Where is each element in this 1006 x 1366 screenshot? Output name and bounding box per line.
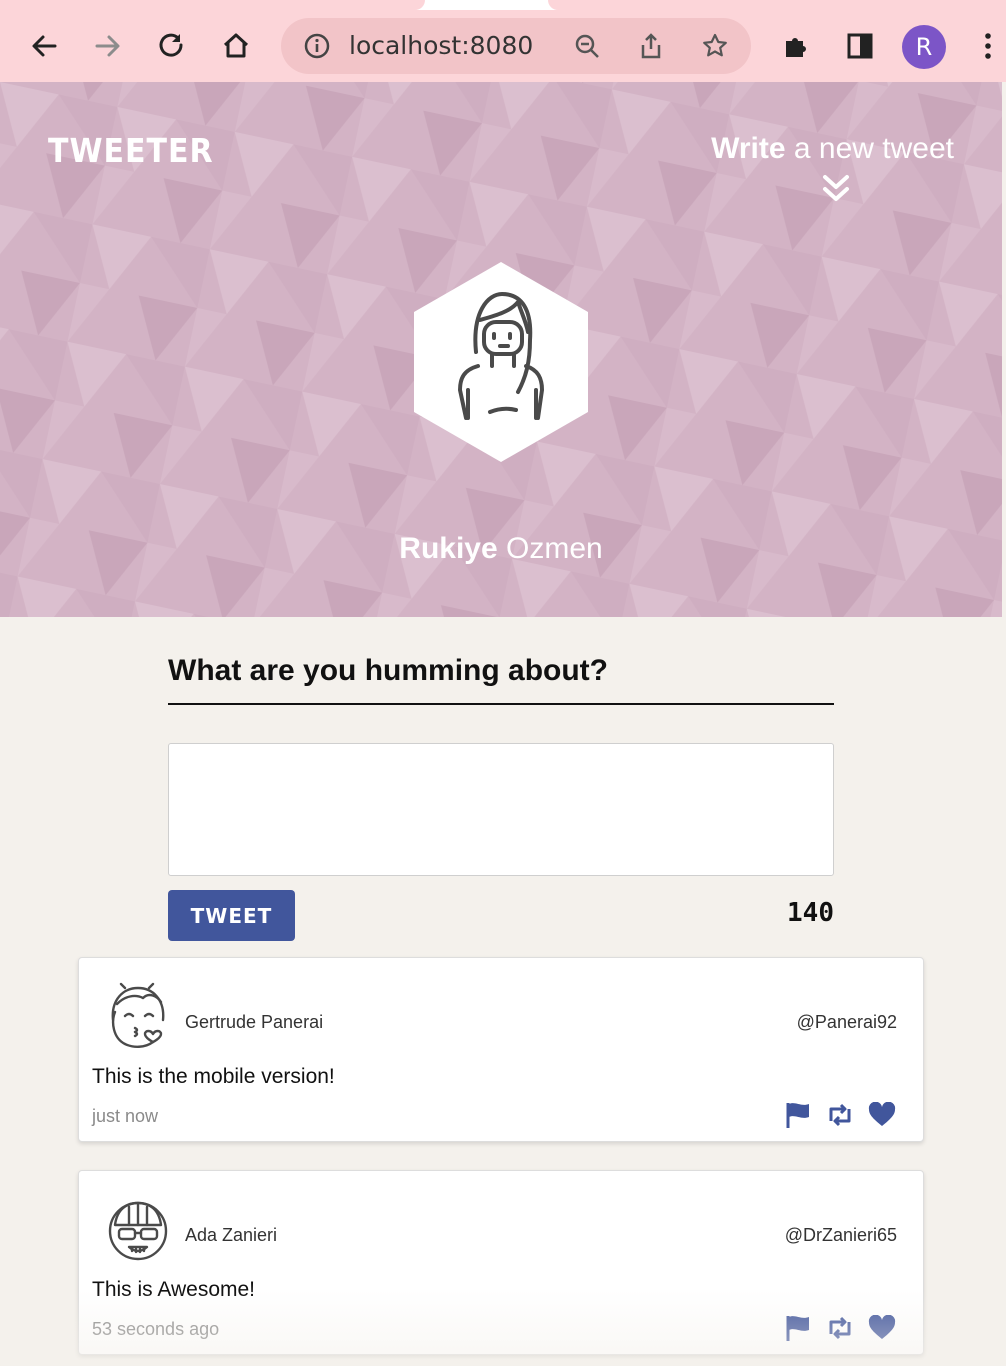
tab-strip xyxy=(0,0,1006,10)
tweet-button[interactable]: TWEET xyxy=(168,890,295,941)
double-chevron-down-icon[interactable] xyxy=(820,174,852,204)
user-first-name: Rukiye xyxy=(399,532,498,565)
share-icon[interactable] xyxy=(635,30,667,62)
tweet-text: This is the mobile version! xyxy=(92,1065,335,1088)
user-last-name: Ozmen xyxy=(497,532,603,565)
forward-button[interactable] xyxy=(88,26,128,66)
reload-button[interactable] xyxy=(152,26,192,66)
bookmark-star-icon[interactable] xyxy=(699,30,731,62)
tweet-card: Gertrude Panerai @Panerai92 This is the … xyxy=(78,957,924,1142)
tweet-author-name: Gertrude Panerai xyxy=(185,1012,324,1032)
heart-icon[interactable] xyxy=(867,1100,897,1130)
compose-divider xyxy=(168,703,834,705)
user-avatar xyxy=(414,262,588,462)
tweet-actions xyxy=(783,1100,897,1130)
write-new-tweet-link[interactable]: Write a new tweet xyxy=(711,132,954,166)
flag-icon[interactable] xyxy=(783,1313,813,1343)
info-icon[interactable] xyxy=(301,30,333,62)
tweet-avatar xyxy=(111,982,165,1048)
browser-toolbar: localhost:8080 R xyxy=(0,0,1006,82)
extensions-icon xyxy=(786,38,806,57)
extensions-button[interactable] xyxy=(776,26,816,66)
profile-banner: TWEETER Write a new tweet Rukiye Ozmen xyxy=(0,82,1002,617)
home-button[interactable] xyxy=(216,26,256,66)
side-panel-button[interactable] xyxy=(840,26,880,66)
menu-dots-icon xyxy=(985,33,991,59)
write-label-rest: a new tweet xyxy=(785,132,954,165)
back-button[interactable] xyxy=(24,26,64,66)
tweet-card: Ada Zanieri @DrZanieri65 This is Awesome… xyxy=(78,1170,924,1355)
profile-avatar[interactable]: R xyxy=(902,25,946,69)
brand-logo[interactable]: TWEETER xyxy=(48,132,214,171)
retweet-icon[interactable] xyxy=(825,1313,855,1343)
home-icon xyxy=(223,33,249,58)
tweet-author-name: Ada Zanieri xyxy=(185,1225,278,1245)
retweet-icon[interactable] xyxy=(825,1100,855,1130)
tweet-text: This is Awesome! xyxy=(92,1278,256,1301)
write-label-bold: Write xyxy=(711,132,786,165)
forward-arrow-icon xyxy=(95,35,120,57)
profile-username: Rukiye Ozmen xyxy=(0,532,1002,566)
char-counter: 140 xyxy=(787,898,834,928)
reload-icon xyxy=(159,33,183,57)
tweet-timestamp: 53 seconds ago xyxy=(92,1319,220,1339)
address-bar[interactable]: localhost:8080 xyxy=(281,18,751,74)
side-panel-icon xyxy=(847,33,873,59)
compose-title: What are you humming about? xyxy=(168,654,608,687)
tweet-actions xyxy=(783,1313,897,1343)
flag-icon[interactable] xyxy=(783,1100,813,1130)
url-text[interactable]: localhost:8080 xyxy=(349,31,533,60)
tab-left[interactable] xyxy=(0,0,425,10)
tweet-author-handle: @Panerai92 xyxy=(796,1012,897,1032)
tweet-author-handle: @DrZanieri65 xyxy=(784,1225,897,1245)
tweet-textarea[interactable] xyxy=(168,743,834,876)
menu-button[interactable] xyxy=(968,26,1006,66)
heart-icon[interactable] xyxy=(867,1313,897,1343)
back-arrow-icon xyxy=(32,35,57,57)
tweet-timestamp: just now xyxy=(92,1106,159,1126)
tab-right[interactable] xyxy=(548,0,1006,10)
zoom-out-icon[interactable] xyxy=(571,30,603,62)
tweet-avatar xyxy=(108,1201,168,1261)
